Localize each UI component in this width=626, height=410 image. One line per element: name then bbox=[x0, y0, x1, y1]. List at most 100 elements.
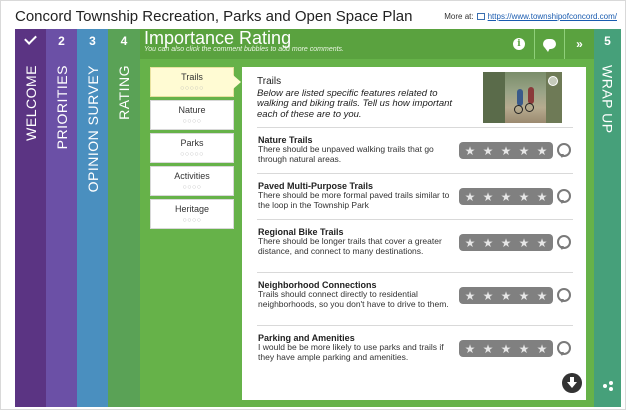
website-link[interactable]: https://www.townshipofconcord.com/ bbox=[488, 12, 617, 21]
star-rating: ★ ★ ★ ★ ★ bbox=[459, 287, 553, 304]
category-parks[interactable]: Parks ○○○○○ bbox=[150, 133, 234, 163]
category-progress: ○○○○ bbox=[182, 118, 202, 125]
star-icon[interactable]: ★ bbox=[537, 343, 548, 355]
category-progress: ○○○○○ bbox=[180, 85, 204, 92]
top-bar: Concord Township Recreation, Parks and O… bbox=[7, 5, 621, 27]
tab-label: OPINION SURVEY bbox=[84, 65, 101, 193]
rating-item: Neighborhood Connections Trails should c… bbox=[257, 272, 573, 325]
comment-bubble-button[interactable] bbox=[557, 143, 571, 158]
star-icon[interactable]: ★ bbox=[501, 343, 512, 355]
page-subtitle: You can also click the comment bubbles t… bbox=[144, 46, 344, 53]
star-rating: ★ ★ ★ ★ ★ bbox=[459, 188, 553, 205]
cyclist-figure bbox=[528, 87, 534, 104]
rating-items: Nature Trails There should be unpaved wa… bbox=[257, 127, 573, 371]
forward-icon: » bbox=[576, 37, 583, 51]
star-icon[interactable]: ★ bbox=[537, 191, 548, 203]
tab-number: 4 bbox=[120, 34, 128, 48]
star-icon[interactable]: ★ bbox=[537, 145, 548, 157]
star-icon[interactable]: ★ bbox=[519, 191, 530, 203]
category-heritage[interactable]: Heritage ○○○○ bbox=[150, 199, 234, 229]
comment-bubble-button[interactable] bbox=[557, 288, 571, 303]
item-description: Trails should connect directly to reside… bbox=[258, 289, 449, 309]
panel-description: Below are listed specific features relat… bbox=[257, 87, 453, 121]
star-icon[interactable]: ★ bbox=[501, 237, 512, 249]
category-label: Trails bbox=[181, 72, 203, 82]
star-icon[interactable]: ★ bbox=[465, 343, 476, 355]
tab-label: PRIORITIES bbox=[53, 65, 70, 150]
tab-number: 2 bbox=[58, 34, 65, 48]
star-icon[interactable]: ★ bbox=[519, 290, 530, 302]
star-icon[interactable]: ★ bbox=[483, 237, 494, 249]
category-list: Trails ○○○○○ Nature ○○○○ Parks ○○○○○ Act… bbox=[150, 67, 241, 232]
star-icon[interactable]: ★ bbox=[483, 145, 494, 157]
check-icon bbox=[24, 32, 37, 45]
category-progress: ○○○○ bbox=[182, 217, 202, 224]
star-icon[interactable]: ★ bbox=[519, 343, 530, 355]
category-label: Activities bbox=[174, 171, 210, 181]
star-icon[interactable]: ★ bbox=[465, 145, 476, 157]
tab-priorities[interactable]: 2 PRIORITIES bbox=[46, 29, 77, 407]
star-rating: ★ ★ ★ ★ ★ bbox=[459, 340, 553, 357]
category-label: Parks bbox=[180, 138, 204, 148]
more-at-label: More at: bbox=[444, 11, 474, 21]
item-description: There should be unpaved walking trails t… bbox=[258, 144, 434, 164]
tab-wrap-up[interactable]: 5 WRAP UP bbox=[594, 29, 621, 407]
item-description: I would be be more likely to use parks a… bbox=[258, 342, 444, 362]
app-frame: Concord Township Recreation, Parks and O… bbox=[0, 0, 626, 410]
tab-welcome[interactable]: WELCOME bbox=[15, 29, 46, 407]
tab-label: WELCOME bbox=[22, 65, 39, 141]
category-nature[interactable]: Nature ○○○○ bbox=[150, 100, 234, 130]
arrow-down-icon bbox=[567, 381, 577, 388]
star-icon[interactable]: ★ bbox=[501, 145, 512, 157]
scroll-down-button[interactable] bbox=[562, 373, 582, 393]
more-at: More at: https://www.townshipofconcord.c… bbox=[444, 12, 621, 21]
trail-photo[interactable] bbox=[483, 72, 562, 123]
app-title: Concord Township Recreation, Parks and O… bbox=[15, 7, 413, 25]
star-icon[interactable]: ★ bbox=[501, 191, 512, 203]
item-description: There should be more formal paved trails… bbox=[258, 190, 450, 210]
step-tabs: WELCOME 2 PRIORITIES 3 OPINION SURVEY 4 … bbox=[15, 28, 621, 407]
category-activities[interactable]: Activities ○○○○ bbox=[150, 166, 234, 196]
category-label: Heritage bbox=[174, 204, 210, 214]
rating-item: Parking and Amenities I would be be more… bbox=[257, 325, 573, 371]
forward-button[interactable]: » bbox=[564, 29, 594, 59]
panel-intro: Trails Below are listed specific feature… bbox=[257, 76, 467, 121]
star-icon[interactable]: ★ bbox=[483, 290, 494, 302]
info-button[interactable]: i bbox=[504, 29, 534, 59]
item-description: There should be longer trails that cover… bbox=[258, 236, 442, 256]
star-icon[interactable]: ★ bbox=[519, 145, 530, 157]
main-header: Importance Rating You can also click the… bbox=[140, 28, 594, 59]
star-icon[interactable]: ★ bbox=[483, 343, 494, 355]
tab-opinion-survey[interactable]: 3 OPINION SURVEY bbox=[77, 29, 108, 407]
category-trails[interactable]: Trails ○○○○○ bbox=[150, 67, 241, 97]
category-progress: ○○○○○ bbox=[180, 151, 204, 158]
info-icon: i bbox=[513, 38, 525, 50]
tab-label: RATING bbox=[116, 65, 132, 120]
comment-button[interactable] bbox=[534, 29, 564, 59]
rating-item: Regional Bike Trails There should be lon… bbox=[257, 219, 573, 272]
tab-rating[interactable]: 4 RATING bbox=[108, 29, 140, 407]
tab-number: 3 bbox=[89, 34, 96, 48]
share-icon[interactable] bbox=[603, 381, 613, 391]
zoom-icon[interactable] bbox=[548, 76, 558, 86]
star-icon[interactable]: ★ bbox=[465, 191, 476, 203]
rating-panel: Trails Below are listed specific feature… bbox=[242, 67, 586, 400]
tab-number: 5 bbox=[604, 34, 611, 48]
star-icon[interactable]: ★ bbox=[501, 290, 512, 302]
comment-bubble-button[interactable] bbox=[557, 235, 571, 250]
comment-bubble-button[interactable] bbox=[557, 189, 571, 204]
rating-item: Nature Trails There should be unpaved wa… bbox=[257, 127, 573, 173]
star-icon[interactable]: ★ bbox=[537, 237, 548, 249]
star-icon[interactable]: ★ bbox=[537, 290, 548, 302]
star-icon[interactable]: ★ bbox=[465, 237, 476, 249]
star-icon[interactable]: ★ bbox=[465, 290, 476, 302]
star-icon[interactable]: ★ bbox=[483, 191, 494, 203]
star-rating: ★ ★ ★ ★ ★ bbox=[459, 142, 553, 159]
comment-icon bbox=[543, 39, 556, 52]
rating-main: Importance Rating You can also click the… bbox=[140, 28, 594, 407]
category-label: Nature bbox=[178, 105, 206, 115]
category-progress: ○○○○ bbox=[182, 184, 202, 191]
header-actions: i » bbox=[504, 29, 594, 59]
star-icon[interactable]: ★ bbox=[519, 237, 530, 249]
comment-bubble-button[interactable] bbox=[557, 341, 571, 356]
